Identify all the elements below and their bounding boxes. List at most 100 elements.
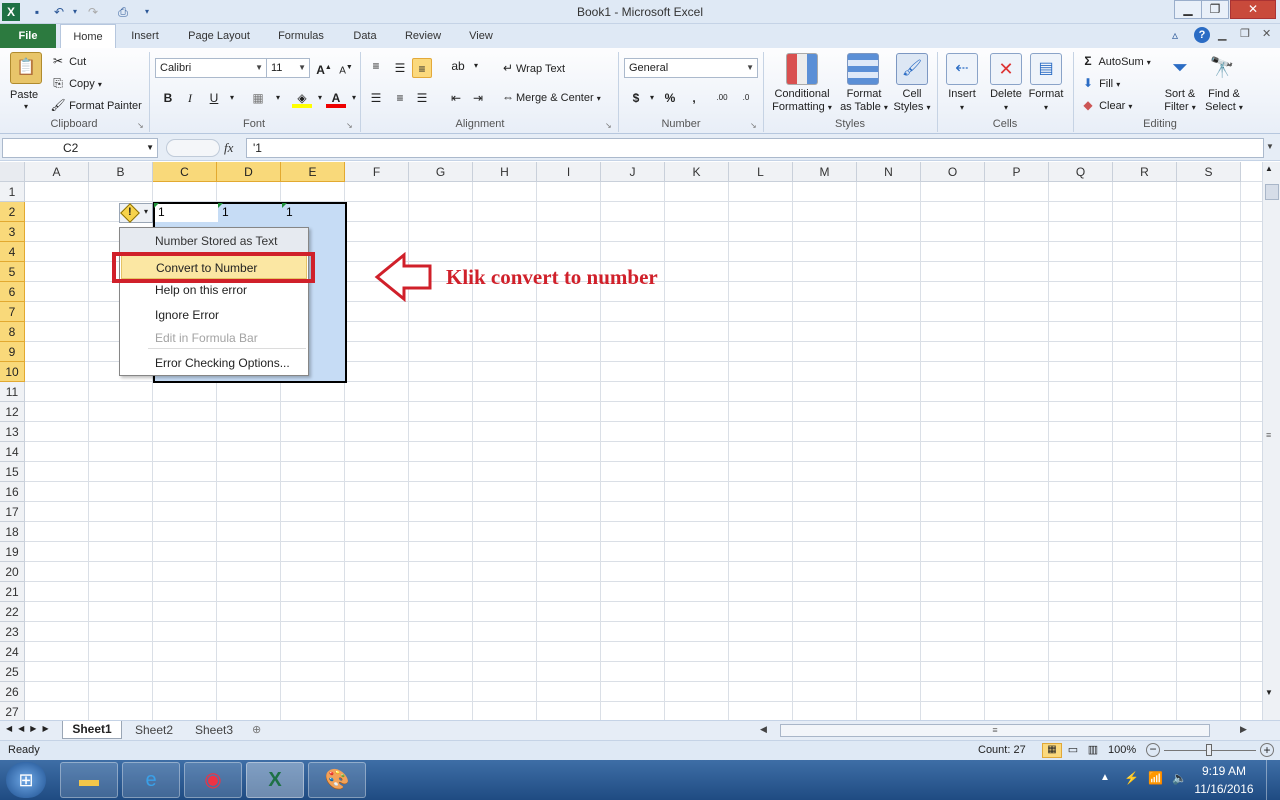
explorer-taskbar-icon[interactable]: ▬ [60, 762, 118, 798]
conditional-formatting-icon[interactable] [786, 53, 818, 85]
row-header-8[interactable]: 8 [0, 322, 25, 342]
comma-icon[interactable]: , [684, 88, 704, 108]
normal-view-icon[interactable]: ▦ [1042, 743, 1062, 758]
scroll-thumb[interactable] [1265, 184, 1279, 200]
bold-icon[interactable]: B [158, 88, 178, 108]
doc-minimize-icon[interactable]: ▁ [1218, 28, 1226, 41]
signal-icon[interactable]: 📶 [1148, 771, 1163, 785]
paste-button-label[interactable]: Paste [10, 89, 38, 101]
row-header-9[interactable]: 9 [0, 342, 25, 362]
borders-icon[interactable]: ▦ [248, 88, 268, 108]
vertical-scrollbar[interactable]: ▲ ≡ ▼ [1262, 162, 1280, 720]
row-header-20[interactable]: 20 [0, 562, 25, 582]
row-header-25[interactable]: 25 [0, 662, 25, 682]
column-header-P[interactable]: P [985, 162, 1049, 182]
align-middle-icon[interactable]: ☰ [390, 58, 410, 78]
row-header-19[interactable]: 19 [0, 542, 25, 562]
page-break-view-icon[interactable]: ▥ [1084, 743, 1102, 756]
format-painter-button[interactable]: 🖌 Format Painter [50, 97, 141, 113]
increase-indent-icon[interactable]: ⇥ [468, 88, 488, 108]
format-as-table-icon[interactable] [847, 53, 879, 85]
paste-dropdown-icon[interactable]: ▾ [24, 102, 28, 111]
row-header-4[interactable]: 4 [0, 242, 25, 262]
doc-close-icon[interactable]: ✕ [1262, 27, 1271, 40]
column-header-Q[interactable]: Q [1049, 162, 1113, 182]
row-header-7[interactable]: 7 [0, 302, 25, 322]
row-header-27[interactable]: 27 [0, 702, 25, 720]
clipboard-launcher-icon[interactable]: ↘ [137, 121, 144, 130]
wrap-text-button[interactable]: ↵ Wrap Text [500, 60, 565, 76]
help-icon[interactable]: ? [1194, 27, 1210, 43]
row-header-11[interactable]: 11 [0, 382, 25, 402]
format-as-table-button[interactable]: Format as Table ▾ [838, 88, 890, 114]
format-cells-icon[interactable]: ▤ [1030, 53, 1062, 85]
binoculars-icon[interactable]: 🔭 [1206, 53, 1238, 85]
autosum-button[interactable]: Σ AutoSum ▾ [1080, 53, 1150, 69]
tab-file[interactable]: File [0, 24, 56, 48]
decrease-indent-icon[interactable]: ⇤ [446, 88, 466, 108]
column-header-E[interactable]: E [281, 162, 345, 182]
start-button-icon[interactable]: ⊞ [6, 762, 46, 798]
column-header-L[interactable]: L [729, 162, 793, 182]
row-header-17[interactable]: 17 [0, 502, 25, 522]
row-header-10[interactable]: 10 [0, 362, 25, 382]
percent-icon[interactable]: % [660, 88, 680, 108]
decrease-decimal-icon[interactable]: .0 [736, 88, 756, 108]
chrome-taskbar-icon[interactable]: ◉ [184, 762, 242, 798]
insert-sheet-icon[interactable]: ⊕ [252, 723, 261, 736]
align-center-icon[interactable]: ≡ [390, 88, 410, 108]
name-box[interactable]: C2 ▼ [2, 138, 158, 158]
row-header-24[interactable]: 24 [0, 642, 25, 662]
clear-button[interactable]: ◆ Clear ▾ [1080, 97, 1132, 113]
sheet-nav-icons[interactable]: ◀◀▶▶ [6, 724, 55, 733]
row-header-23[interactable]: 23 [0, 622, 25, 642]
increase-decimal-icon[interactable]: .00 [712, 88, 732, 108]
row-header-18[interactable]: 18 [0, 522, 25, 542]
menu-item-error-checking-options[interactable]: Error Checking Options... [121, 351, 307, 375]
cell-D2[interactable]: 1 [219, 202, 281, 222]
font-size-combo[interactable]: 11 ▼ [266, 58, 310, 78]
page-layout-view-icon[interactable]: ▭ [1064, 743, 1082, 756]
column-header-R[interactable]: R [1113, 162, 1177, 182]
cell-styles-button[interactable]: Cell Styles ▾ [890, 88, 934, 114]
network-icon[interactable]: ⚡ [1124, 771, 1139, 785]
cell-C2[interactable]: 1 [155, 202, 217, 222]
menu-item-ignore-error[interactable]: Ignore Error [121, 303, 307, 327]
minimize-button[interactable]: ▁ [1174, 0, 1202, 19]
zoom-in-icon[interactable]: + [1260, 743, 1274, 757]
close-button[interactable]: ✕ [1230, 0, 1276, 19]
minimize-ribbon-icon[interactable]: ▵ [1172, 28, 1178, 42]
find-select-button[interactable]: Find & Select ▾ [1202, 88, 1246, 114]
column-header-H[interactable]: H [473, 162, 537, 182]
font-name-combo[interactable]: Calibri ▼ [155, 58, 267, 78]
zoom-slider-thumb[interactable] [1206, 744, 1212, 756]
sheet-tab-sheet2[interactable]: Sheet2 [126, 723, 182, 737]
align-top-icon[interactable]: ≡ [366, 56, 386, 76]
select-all-button[interactable] [0, 162, 25, 182]
insert-cells-icon[interactable]: ⇠ [946, 53, 978, 85]
show-desktop-button[interactable] [1266, 760, 1280, 800]
tab-formulas[interactable]: Formulas [268, 24, 334, 48]
row-header-14[interactable]: 14 [0, 442, 25, 462]
copy-button[interactable]: ⎘ Copy ▾ [50, 75, 102, 91]
show-hidden-icons[interactable]: ▲ [1100, 772, 1110, 783]
tab-review[interactable]: Review [396, 24, 450, 48]
h-scroll-thumb[interactable]: ≡ [780, 724, 1210, 737]
expand-formula-bar-icon[interactable]: ▼ [1266, 142, 1274, 151]
underline-icon[interactable]: U [204, 88, 224, 108]
zoom-level[interactable]: 100% [1108, 744, 1136, 756]
insert-function-icon[interactable]: fx [224, 140, 233, 156]
row-header-1[interactable]: 1 [0, 182, 25, 202]
error-smart-tag-button[interactable]: ! ▾ [119, 203, 153, 223]
insert-cells-button[interactable]: Insert ▾ [940, 88, 984, 114]
tab-page-layout[interactable]: Page Layout [180, 24, 258, 48]
font-color-icon[interactable]: A [326, 88, 346, 108]
column-header-K[interactable]: K [665, 162, 729, 182]
row-header-13[interactable]: 13 [0, 422, 25, 442]
delete-cells-button[interactable]: Delete ▾ [984, 88, 1028, 114]
row-header-21[interactable]: 21 [0, 582, 25, 602]
sort-filter-button[interactable]: Sort & Filter ▾ [1158, 88, 1202, 114]
column-header-S[interactable]: S [1177, 162, 1241, 182]
paste-icon[interactable]: 📋 [10, 52, 42, 84]
font-launcher-icon[interactable]: ↘ [346, 121, 353, 130]
